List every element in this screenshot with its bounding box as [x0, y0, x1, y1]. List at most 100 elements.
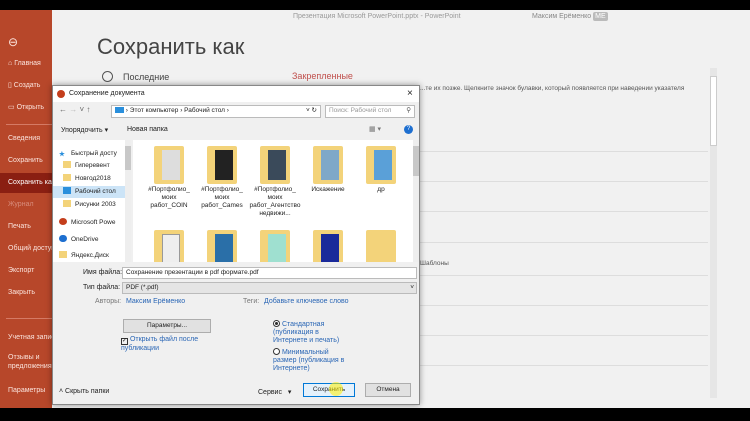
- folder-item[interactable]: Искажение: [302, 146, 354, 194]
- sidebar-item-close[interactable]: Закрыть: [0, 283, 52, 303]
- breadcrumb-item[interactable]: Рабочий стол: [184, 107, 225, 114]
- chevron-down-icon: ˅: [410, 284, 414, 291]
- pinned-heading: Закрепленные: [292, 71, 353, 81]
- radio-label: Стандартная (публикация в Интернете и пе…: [273, 321, 340, 344]
- sidebar-item-print[interactable]: Печать: [0, 217, 52, 237]
- nav-label: Новгод2018: [75, 175, 111, 182]
- nav-folder[interactable]: Гиперевент: [63, 160, 110, 172]
- sidebar-item-account[interactable]: Учетная запись: [0, 328, 52, 348]
- hide-folders-button[interactable]: ˄ Скрыть папки: [59, 388, 109, 395]
- recent-label: Последние: [123, 72, 170, 82]
- nav-quick-access[interactable]: ★ Быстрый досту: [59, 148, 117, 160]
- refresh-icon[interactable]: ˅ ↻: [306, 106, 317, 116]
- save-dialog: Сохранение документа × ← → ˅ ↑ › Этот ко…: [52, 85, 420, 405]
- search-placeholder: Поиск: Рабочий стол: [329, 107, 392, 114]
- divider: [6, 124, 52, 125]
- nav-folder[interactable]: Новгод2018: [63, 173, 111, 185]
- user-name-text: Максим Ерёменко: [532, 13, 592, 20]
- sidebar-item-save-as[interactable]: Сохранить как: [0, 173, 52, 193]
- address-bar[interactable]: › Этот компьютер › Рабочий стол › ˅ ↻: [111, 105, 321, 118]
- filetype-value: PDF (*.pdf): [126, 284, 159, 291]
- navigation-pane: ★ Быстрый досту Гиперевент Новгод2018 Раб…: [53, 140, 131, 262]
- sidebar-item-share[interactable]: Общий доступ: [0, 239, 52, 259]
- radio-minimum[interactable]: Минимальный размер (публикация в Интерне…: [273, 348, 353, 373]
- folder-item[interactable]: [249, 230, 301, 262]
- tags-input[interactable]: Добавьте ключевое слово: [264, 298, 349, 305]
- authors-label: Авторы:: [95, 298, 122, 305]
- scrollbar[interactable]: [710, 68, 717, 398]
- folder-icon: [313, 230, 343, 262]
- close-icon[interactable]: ×: [407, 88, 413, 99]
- search-input[interactable]: Поиск: Рабочий стол ⚲: [325, 105, 415, 118]
- folder-icon: [366, 230, 396, 262]
- nav-scrollbar[interactable]: [125, 140, 131, 262]
- dialog-title: Сохранение документа: [69, 90, 145, 97]
- view-options-icon[interactable]: ▦ ▾: [369, 125, 381, 133]
- sidebar-item-new[interactable]: ▯ Создать: [0, 76, 52, 96]
- sidebar-item-options[interactable]: Параметры: [0, 381, 52, 401]
- sidebar-item-save[interactable]: Сохранить: [0, 151, 52, 171]
- sidebar-item-history: Журнал: [8, 201, 34, 208]
- nav-label: Яндекс.Диск: [71, 252, 109, 259]
- file-name: Искажение: [311, 186, 345, 193]
- sidebar-item-feedback[interactable]: Отзывы и предложения: [0, 352, 52, 372]
- sidebar-item-label: Главная: [14, 60, 41, 67]
- file-name: др: [377, 186, 385, 193]
- back-icon[interactable]: ←: [59, 105, 67, 114]
- nav-label: Гиперевент: [75, 162, 110, 169]
- sidebar-item-label: Создать: [13, 82, 41, 89]
- sidebar-item-home[interactable]: ⌂ Главная: [0, 54, 52, 74]
- powerpoint-icon: [57, 90, 65, 98]
- folder-item[interactable]: #Портфолио_ моих работ_Cames: [196, 146, 248, 210]
- backstage-sidebar: ⊖ ⌂ Главная ▯ Создать ▭ Открыть Сведения…: [0, 10, 52, 408]
- forward-icon[interactable]: →: [69, 105, 77, 114]
- nav-yandex-disk[interactable]: Яндекс.Диск: [59, 250, 109, 262]
- radio-unselected-icon: [273, 348, 280, 355]
- filename-label: Имя файла:: [83, 269, 123, 276]
- cancel-button[interactable]: Отмена: [365, 383, 411, 397]
- open-after-checkbox[interactable]: ✓ Открыть файл после публикации: [121, 336, 201, 353]
- file-list-scrollbar[interactable]: [413, 140, 419, 262]
- nav-folder[interactable]: Рисунки 2003: [63, 199, 116, 211]
- back-arrow-icon[interactable]: ⊖: [0, 32, 52, 52]
- checkbox-checked-icon: ✓: [121, 338, 128, 345]
- file-list: #Портфолио_ моих работ_COIN #Портфолио_ …: [133, 140, 419, 262]
- folder-item[interactable]: [196, 230, 248, 262]
- window-title: Презентация Microsoft PowerPoint.pptx - …: [293, 13, 461, 20]
- sidebar-item-open[interactable]: ▭ Открыть: [0, 98, 52, 118]
- folder-item[interactable]: [302, 230, 354, 262]
- folder-icon: [260, 230, 290, 262]
- file-name: #Портфолио_ моих работ_Агентство недвижи…: [249, 186, 301, 217]
- breadcrumb-item[interactable]: Этот компьютер: [130, 107, 179, 114]
- folder-item[interactable]: #Портфолио_ моих работ_Агентство недвижи…: [249, 146, 301, 218]
- location-recent[interactable]: Последние: [102, 71, 169, 83]
- user-name[interactable]: Максим Ерёменко МЕ: [532, 12, 608, 21]
- nav-desktop[interactable]: Рабочий стол: [53, 186, 125, 198]
- dialog-titlebar: Сохранение документа ×: [53, 86, 419, 102]
- folder-item[interactable]: др: [355, 146, 407, 194]
- folder-item[interactable]: [355, 230, 407, 262]
- tools-dropdown[interactable]: Сервис ▾: [258, 388, 291, 396]
- nav-powerpoint[interactable]: Microsoft Powe: [59, 217, 115, 229]
- templates-label[interactable]: Шаблоны: [420, 260, 449, 267]
- radio-standard[interactable]: Стандартная (публикация в Интернете и пе…: [273, 320, 353, 345]
- organize-button[interactable]: Упорядочить ▾: [61, 126, 108, 134]
- filename-input[interactable]: Сохранение презентации в pdf формате.pdf: [122, 267, 417, 279]
- folder-item[interactable]: [143, 230, 195, 262]
- avatar: МЕ: [593, 12, 608, 21]
- filetype-select[interactable]: PDF (*.pdf) ˅: [122, 282, 417, 294]
- sidebar-item-info[interactable]: Сведения: [0, 129, 52, 149]
- options-button[interactable]: Параметры...: [123, 319, 211, 333]
- chevron-down-icon[interactable]: ˅: [79, 105, 84, 114]
- tools-label: Сервис: [258, 389, 282, 396]
- folder-item[interactable]: #Портфолио_ моих работ_COIN: [143, 146, 195, 210]
- help-icon[interactable]: ?: [404, 125, 413, 134]
- new-folder-button[interactable]: Новая папка: [127, 126, 168, 133]
- authors-value[interactable]: Максим Ерёменко: [126, 298, 185, 305]
- nav-onedrive[interactable]: OneDrive: [59, 234, 98, 246]
- scrollbar-thumb[interactable]: [710, 76, 717, 146]
- folder-icon: [313, 146, 343, 184]
- nav-buttons: ← → ˅ ↑: [59, 105, 90, 114]
- sidebar-item-export[interactable]: Экспорт: [0, 261, 52, 281]
- up-icon[interactable]: ↑: [86, 105, 90, 114]
